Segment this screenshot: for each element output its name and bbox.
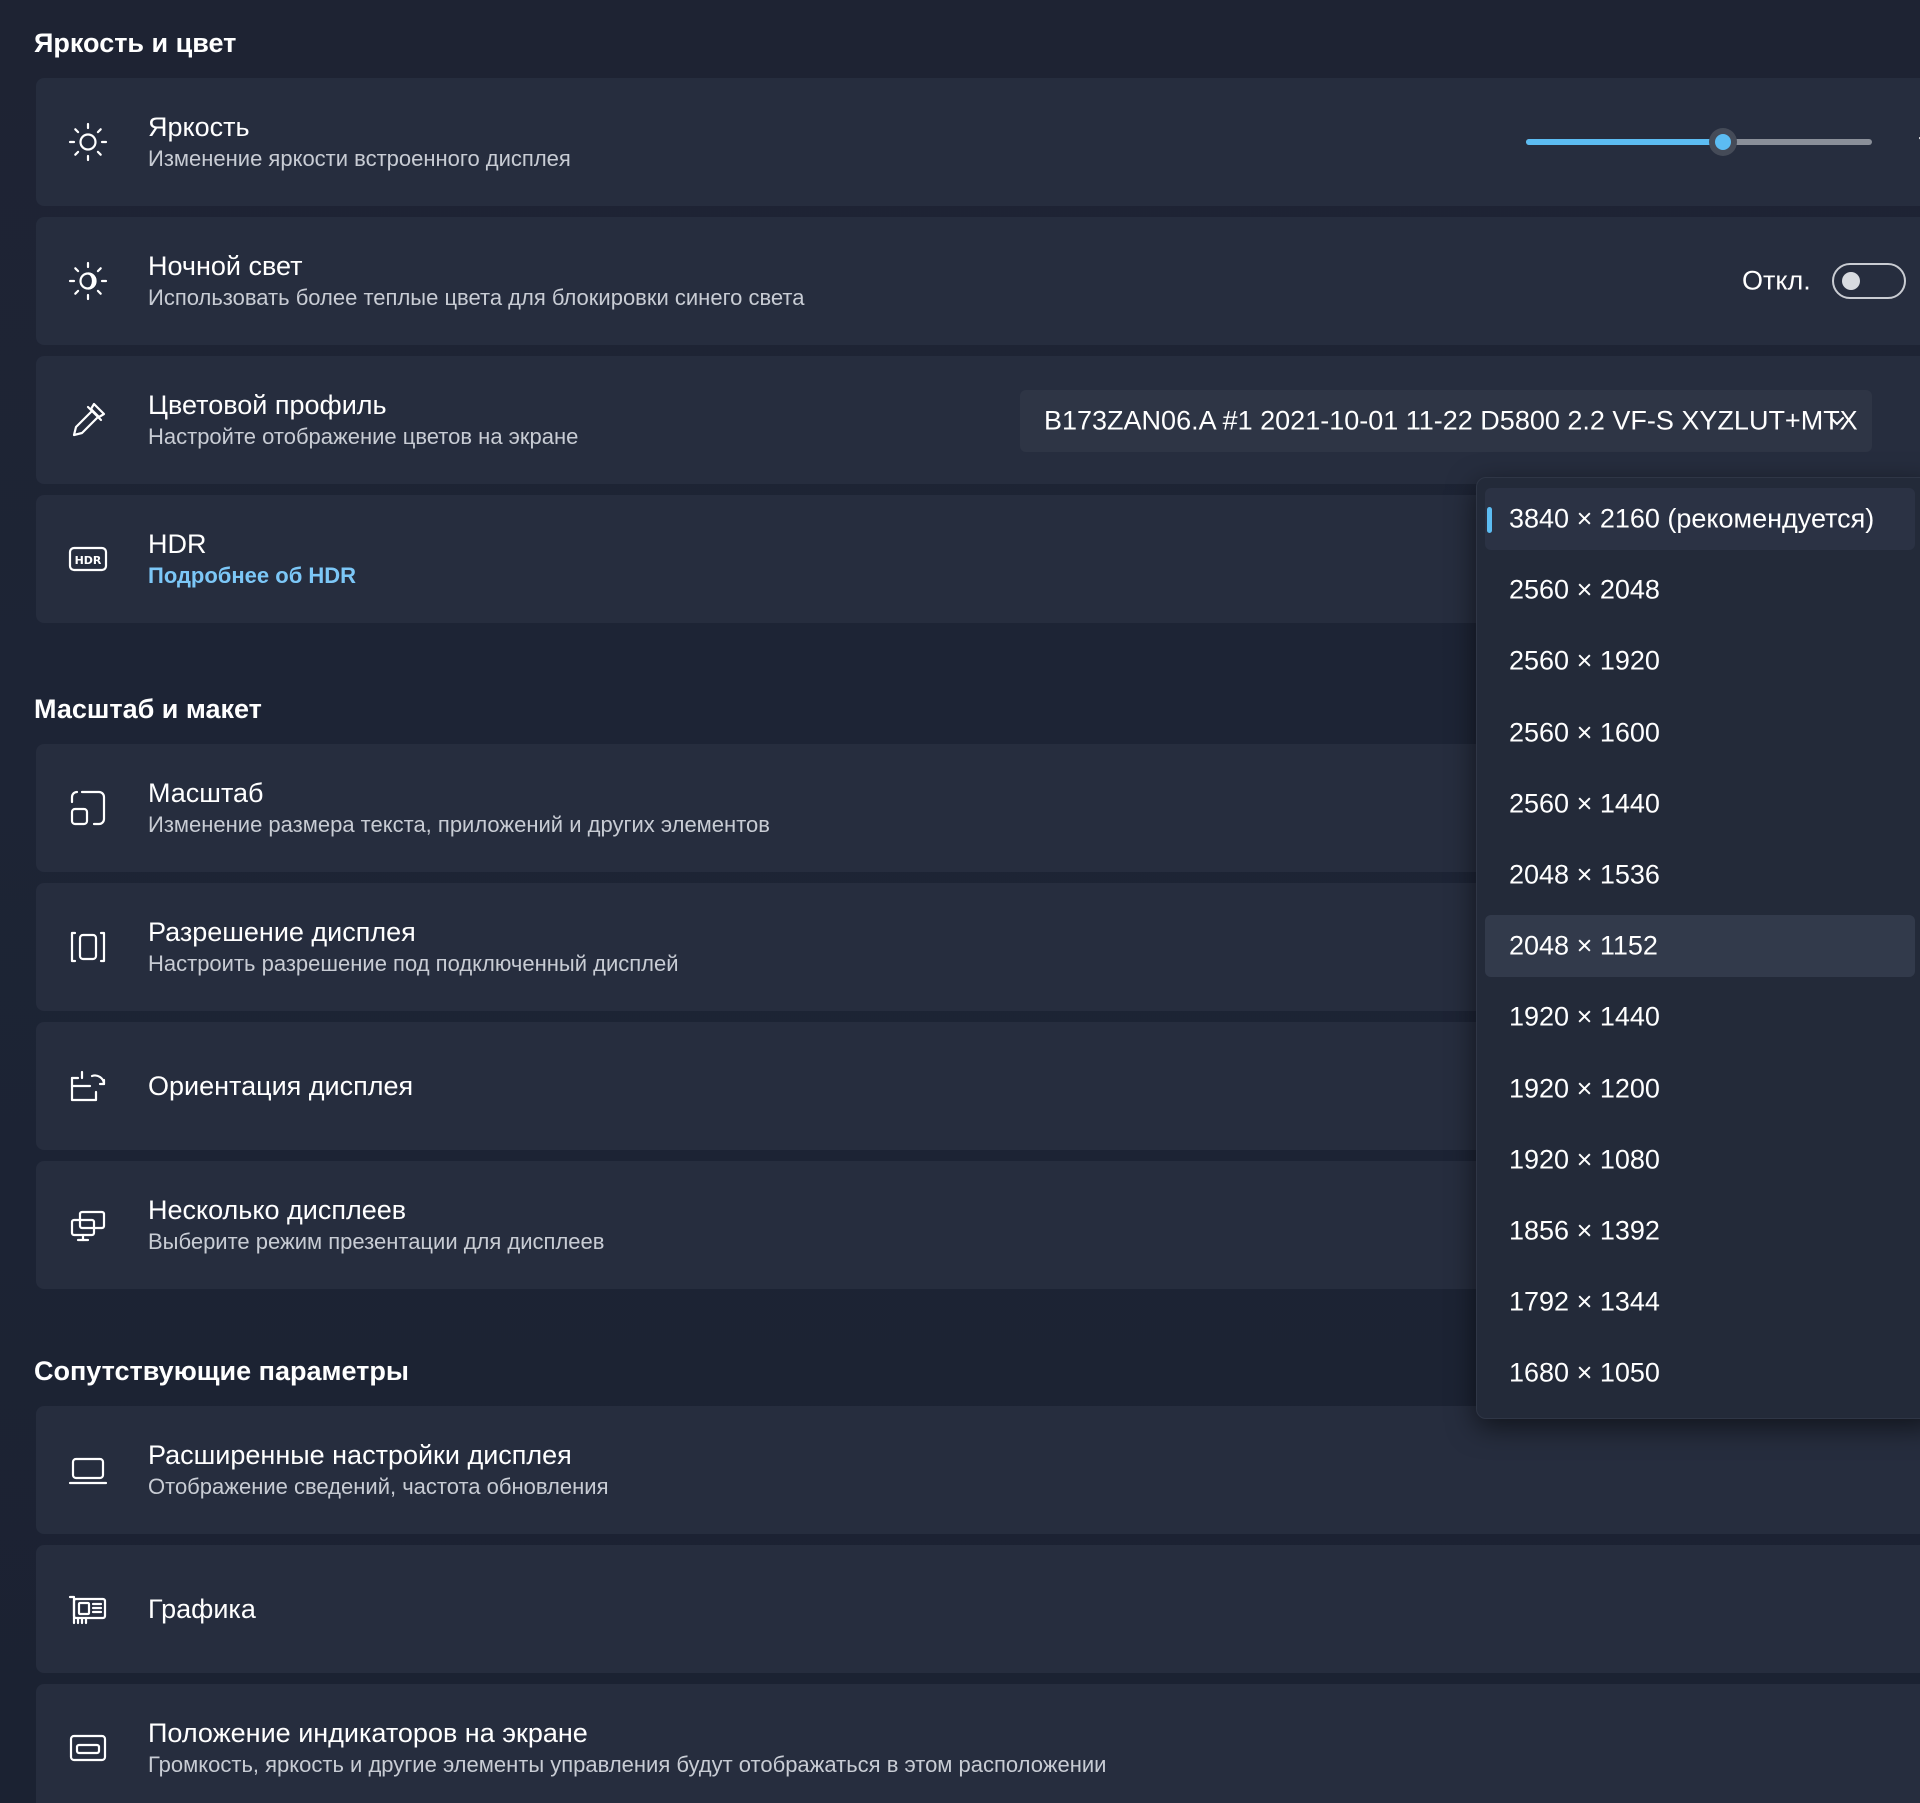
hdr-icon: HDR — [66, 537, 110, 581]
resolution-option-label: 2560 × 1600 — [1509, 717, 1660, 748]
chevron-right-icon[interactable] — [1912, 1594, 1920, 1624]
resolution-option-label: 1920 × 1440 — [1509, 1001, 1660, 1032]
svg-text:HDR: HDR — [75, 554, 102, 567]
section-title-scale-layout: Масштаб и макет — [34, 694, 262, 724]
resolution-option[interactable]: 1920 × 1200 — [1485, 1058, 1915, 1120]
indicator-position-title: Положение индикаторов на экране — [148, 1718, 588, 1748]
resolution-dropdown-list[interactable]: 3840 × 2160 (рекомендуется) 2560 × 2048 25… — [1476, 477, 1920, 1419]
chevron-right-icon[interactable] — [1912, 1455, 1920, 1485]
resolution-option[interactable]: 1920 × 1440 — [1485, 986, 1915, 1048]
resolution-title: Разрешение дисплея — [148, 917, 416, 947]
resolution-option[interactable]: 2560 × 1440 — [1485, 773, 1915, 835]
color-profile-subtitle: Настройте отображение цветов на экране — [148, 424, 579, 449]
resolution-option[interactable]: 1680 × 1050 — [1485, 1342, 1915, 1404]
night-light-icon — [66, 259, 110, 303]
scale-subtitle: Изменение размера текста, приложений и д… — [148, 812, 770, 837]
indicator-position-icon — [66, 1726, 110, 1770]
advanced-display-card[interactable]: Расширенные настройки дисплея Отображени… — [36, 1406, 1920, 1534]
color-profile-selected: B173ZAN06.A #1 2021-10-01 11-22 D5800 2.… — [1044, 405, 1858, 436]
multi-display-text: Несколько дисплеев Выберите режим презен… — [148, 1193, 604, 1257]
resolution-option-label: 1920 × 1200 — [1509, 1073, 1660, 1104]
display-settings-page: Яркость и цвет Яркость Изменение яркости… — [0, 0, 1920, 1803]
orientation-title: Ориентация дисплея — [148, 1071, 414, 1101]
indicator-position-text: Положение индикаторов на экране Громкост… — [148, 1716, 1106, 1780]
resolution-option-label: 2048 × 1536 — [1509, 859, 1660, 890]
night-light-toggle[interactable] — [1832, 263, 1906, 299]
scale-text: Масштаб Изменение размера текста, прилож… — [148, 776, 770, 840]
advanced-display-subtitle: Отображение сведений, частота обновления — [148, 1474, 609, 1499]
brightness-subtitle: Изменение яркости встроенного дисплея — [148, 146, 571, 171]
resolution-text: Разрешение дисплея Настроить разрешение … — [148, 915, 679, 979]
brightness-slider-thumb[interactable] — [1709, 128, 1738, 156]
night-light-state-label: Откл. — [1742, 265, 1811, 296]
brightness-text: Яркость Изменение яркости встроенного ди… — [148, 110, 571, 174]
sun-icon — [66, 120, 110, 164]
graphics-title: Графика — [148, 1594, 256, 1624]
color-profile-card: Цветовой профиль Настройте отображение ц… — [36, 356, 1920, 484]
resolution-subtitle: Настроить разрешение под подключенный ди… — [148, 951, 679, 976]
indicator-position-card[interactable]: Положение индикаторов на экране Громкост… — [36, 1684, 1920, 1803]
brightness-title: Яркость — [148, 112, 250, 142]
indicator-position-subtitle: Громкость, яркость и другие элементы упр… — [148, 1752, 1107, 1777]
resolution-option[interactable]: 3840 × 2160 (рекомендуется) — [1485, 488, 1915, 550]
resolution-option-label: 1920 × 1080 — [1509, 1144, 1660, 1175]
resolution-option-label: 2560 × 1920 — [1509, 645, 1660, 676]
resolution-option[interactable]: 1792 × 1344 — [1485, 1271, 1915, 1333]
night-light-card[interactable]: Ночной свет Использовать более теплые цв… — [36, 217, 1920, 345]
chevron-right-icon[interactable] — [1912, 405, 1920, 435]
resolution-icon — [66, 925, 110, 969]
chevron-down-icon — [1830, 417, 1844, 425]
chevron-down-icon[interactable] — [1912, 127, 1920, 157]
night-light-title: Ночной свет — [148, 251, 303, 281]
brightness-slider-fill — [1526, 139, 1724, 145]
graphics-card[interactable]: Графика — [36, 1545, 1920, 1673]
hdr-title: HDR — [148, 529, 207, 559]
resolution-option[interactable]: 2048 × 1536 — [1485, 844, 1915, 906]
night-light-text: Ночной свет Использовать более теплые цв… — [148, 249, 804, 313]
brightness-slider[interactable] — [1526, 128, 1872, 156]
advanced-display-title: Расширенные настройки дисплея — [148, 1440, 572, 1470]
resolution-option-label: 2560 × 2048 — [1509, 574, 1660, 605]
resolution-option[interactable]: 2560 × 1600 — [1485, 702, 1915, 764]
selected-indicator — [1487, 507, 1492, 533]
resolution-option-label: 2560 × 1440 — [1509, 788, 1660, 819]
night-light-subtitle: Использовать более теплые цвета для блок… — [148, 285, 805, 310]
chevron-right-icon[interactable] — [1912, 1733, 1920, 1763]
resolution-option[interactable]: 1920 × 1080 — [1485, 1129, 1915, 1191]
resolution-option[interactable]: 1856 × 1392 — [1485, 1200, 1915, 1262]
resolution-option[interactable]: 2560 × 2048 — [1485, 559, 1915, 621]
brightness-card: Яркость Изменение яркости встроенного ди… — [36, 78, 1920, 206]
resolution-option[interactable]: 2048 × 1152 — [1485, 915, 1915, 978]
resolution-option-label: 1792 × 1344 — [1509, 1286, 1660, 1317]
monitor-icon — [66, 1448, 110, 1492]
scale-title: Масштаб — [148, 778, 264, 808]
resolution-option-label: 1856 × 1392 — [1509, 1215, 1660, 1246]
multi-display-icon — [66, 1203, 110, 1247]
multi-display-subtitle: Выберите режим презентации для дисплеев — [148, 1229, 605, 1254]
section-title-related: Сопутствующие параметры — [34, 1356, 409, 1386]
resolution-option-label: 1680 × 1050 — [1509, 1357, 1660, 1388]
orientation-text: Ориентация дисплея — [148, 1069, 413, 1103]
color-profile-text: Цветовой профиль Настройте отображение ц… — [148, 388, 578, 452]
chevron-right-icon[interactable] — [1912, 266, 1920, 296]
section-title-brightness-color: Яркость и цвет — [34, 28, 237, 58]
hdr-text: HDR Подробнее об HDR — [148, 527, 356, 591]
graphics-text: Графика — [148, 1592, 256, 1626]
hdr-learn-more-link[interactable]: Подробнее об HDR — [148, 561, 356, 591]
color-profile-title: Цветовой профиль — [148, 390, 387, 420]
color-profile-dropdown[interactable]: B173ZAN06.A #1 2021-10-01 11-22 D5800 2.… — [1020, 390, 1872, 452]
resolution-option-label: 2048 × 1152 — [1509, 930, 1658, 961]
toggle-knob — [1842, 272, 1860, 290]
orientation-icon — [66, 1064, 110, 1108]
advanced-display-text: Расширенные настройки дисплея Отображени… — [148, 1438, 609, 1502]
resolution-option[interactable]: 2560 × 1920 — [1485, 630, 1915, 692]
resolution-option-label: 3840 × 2160 (рекомендуется) — [1509, 503, 1875, 534]
graphics-card-icon — [66, 1587, 110, 1631]
multi-display-title: Несколько дисплеев — [148, 1195, 407, 1225]
eyedropper-icon — [66, 398, 110, 442]
scale-icon — [66, 786, 110, 830]
